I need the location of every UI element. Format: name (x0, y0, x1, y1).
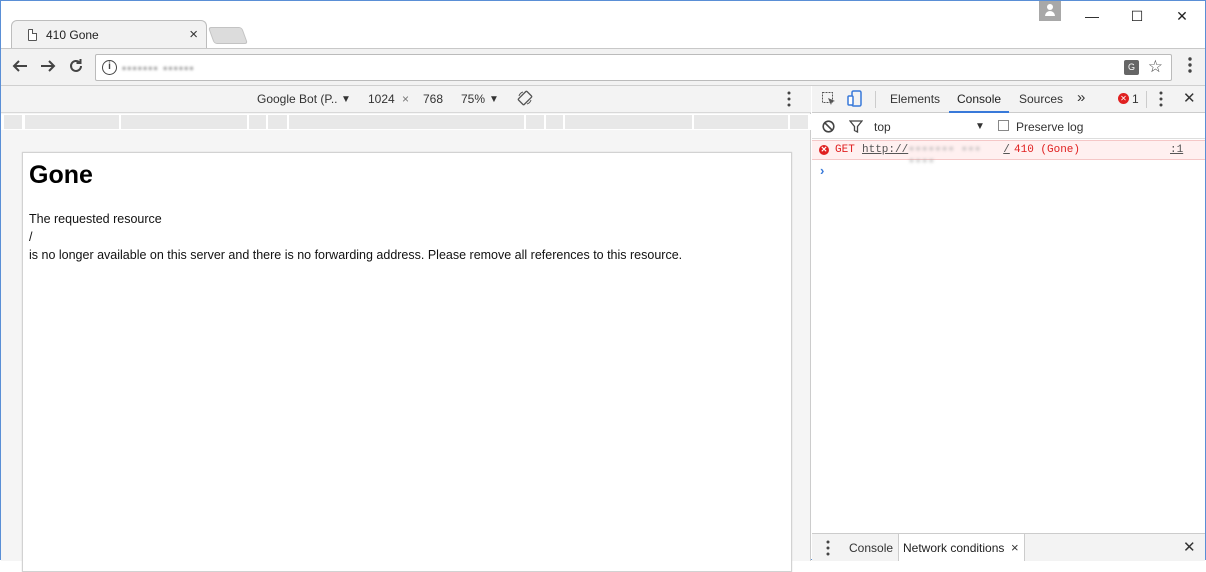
info-icon[interactable]: i (102, 60, 117, 75)
page-icon (28, 29, 37, 41)
tab-console[interactable]: Console (957, 92, 1001, 106)
translate-icon[interactable]: G (1124, 60, 1139, 75)
error-status: 410 (Gone) (1014, 144, 1081, 156)
tab-close-button[interactable]: × (189, 26, 198, 43)
console-prompt[interactable]: › (820, 163, 824, 178)
minimize-button[interactable]: — (1069, 4, 1115, 28)
drawer-menu-icon[interactable] (826, 540, 830, 559)
tab-title: 410 Gone (46, 28, 99, 42)
devtools-menu-icon[interactable] (1159, 91, 1163, 110)
emulated-viewport: Google Bot (P.. ▼ 1024 × 768 75% ▼ Gone … (1, 86, 811, 572)
context-dropdown-icon[interactable]: ▼ (975, 121, 985, 132)
browser-window: 410 Gone × — ☐ ✕ i ▪▪▪▪▪▪▪ ▪▪▪▪▪▪ G ☆ Go… (0, 0, 1206, 572)
emulated-page: Gone The requested resource / is no long… (22, 152, 792, 572)
dimension-separator: × (402, 92, 410, 106)
device-select[interactable]: Google Bot (P.. (257, 92, 338, 106)
filter-icon[interactable] (848, 120, 864, 136)
drawer-tab-network-conditions[interactable]: Network conditions × (898, 534, 1025, 561)
device-toggle-icon[interactable] (847, 90, 863, 111)
height-input[interactable]: 768 (423, 92, 443, 106)
clear-console-icon[interactable] (822, 120, 835, 136)
browser-menu-icon[interactable] (1187, 57, 1193, 73)
error-url-prefix: http:// (862, 144, 909, 156)
message-line-1: The requested resource (29, 212, 162, 226)
drawer-tab-close-icon[interactable]: × (1011, 540, 1019, 555)
message-line-2: / (29, 230, 33, 244)
back-button[interactable] (9, 57, 31, 77)
zoom-dropdown-icon[interactable]: ▼ (489, 94, 499, 105)
error-count-icon[interactable]: ✕ (1118, 93, 1129, 104)
new-tab-button[interactable] (207, 27, 249, 44)
browser-tab[interactable]: 410 Gone × (11, 20, 207, 48)
preserve-log-label: Preserve log (1016, 120, 1084, 134)
preserve-log-checkbox[interactable] (998, 120, 1009, 131)
message-line-3: is no longer available on this server an… (29, 248, 683, 262)
browser-toolbar: i ▪▪▪▪▪▪▪ ▪▪▪▪▪▪ G ☆ (1, 48, 1205, 86)
error-url-link[interactable]: http://▪▪▪▪▪▪▪ ▪▪▪ ▪▪▪▪ / (862, 144, 1010, 168)
close-devtools-icon[interactable]: ✕ (1183, 89, 1196, 107)
device-toolbar: Google Bot (P.. ▼ 1024 × 768 75% ▼ (1, 86, 811, 113)
drawer-tab-label: Network conditions (903, 541, 1005, 555)
address-bar[interactable]: i ▪▪▪▪▪▪▪ ▪▪▪▪▪▪ G ☆ (95, 54, 1172, 81)
url-text: ▪▪▪▪▪▪▪ ▪▪▪▪▪▪ (122, 61, 195, 75)
rotate-icon[interactable] (517, 90, 533, 109)
active-tab-indicator (949, 111, 1009, 113)
zoom-select[interactable]: 75% (461, 92, 485, 106)
devtools-tabbar: Elements Console Sources » ✕ 1 ✕ (812, 86, 1205, 113)
page-heading: Gone (29, 161, 93, 189)
reload-button[interactable] (65, 57, 87, 77)
device-toolbar-menu-icon[interactable] (787, 91, 791, 110)
tab-elements[interactable]: Elements (890, 92, 940, 106)
person-icon (1045, 4, 1055, 16)
console-filter-bar: top ▼ Preserve log (812, 114, 1205, 139)
tab-strip: 410 Gone × — ☐ ✕ (1, 1, 1205, 48)
error-source-location[interactable]: :1 (1170, 144, 1183, 156)
devtools-panel: Elements Console Sources » ✕ 1 ✕ top ▼ P… (812, 86, 1205, 561)
error-url-hidden: ▪▪▪▪▪▪▪ ▪▪▪ ▪▪▪▪ (908, 144, 981, 168)
error-count[interactable]: 1 (1132, 92, 1139, 106)
media-query-bar[interactable] (1, 114, 811, 130)
console-error-message: ✕ GET http://▪▪▪▪▪▪▪ ▪▪▪ ▪▪▪▪ / 410 (Gone… (812, 140, 1205, 168)
context-select[interactable]: top (874, 120, 891, 134)
profile-avatar[interactable] (1039, 1, 1061, 21)
devtools-drawer: Console Network conditions × ✕ (812, 533, 1205, 561)
close-window-button[interactable]: ✕ (1159, 4, 1205, 28)
maximize-button[interactable]: ☐ (1114, 4, 1160, 28)
arrow-right-icon (41, 60, 56, 72)
forward-button[interactable] (37, 57, 59, 77)
error-icon: ✕ (819, 145, 829, 155)
reload-icon (70, 59, 82, 72)
tab-sources[interactable]: Sources (1019, 92, 1063, 106)
width-input[interactable]: 1024 (368, 92, 395, 106)
error-url-suffix: / (1003, 144, 1010, 156)
error-method: GET (835, 144, 855, 156)
close-drawer-icon[interactable]: ✕ (1183, 538, 1196, 556)
bookmark-star-icon[interactable]: ☆ (1148, 57, 1163, 77)
arrow-left-icon (12, 60, 27, 72)
drawer-tab-console[interactable]: Console (849, 541, 893, 555)
inspect-element-icon[interactable] (821, 91, 837, 110)
more-tabs-icon[interactable]: » (1077, 89, 1085, 106)
device-dropdown-icon[interactable]: ▼ (341, 94, 351, 105)
